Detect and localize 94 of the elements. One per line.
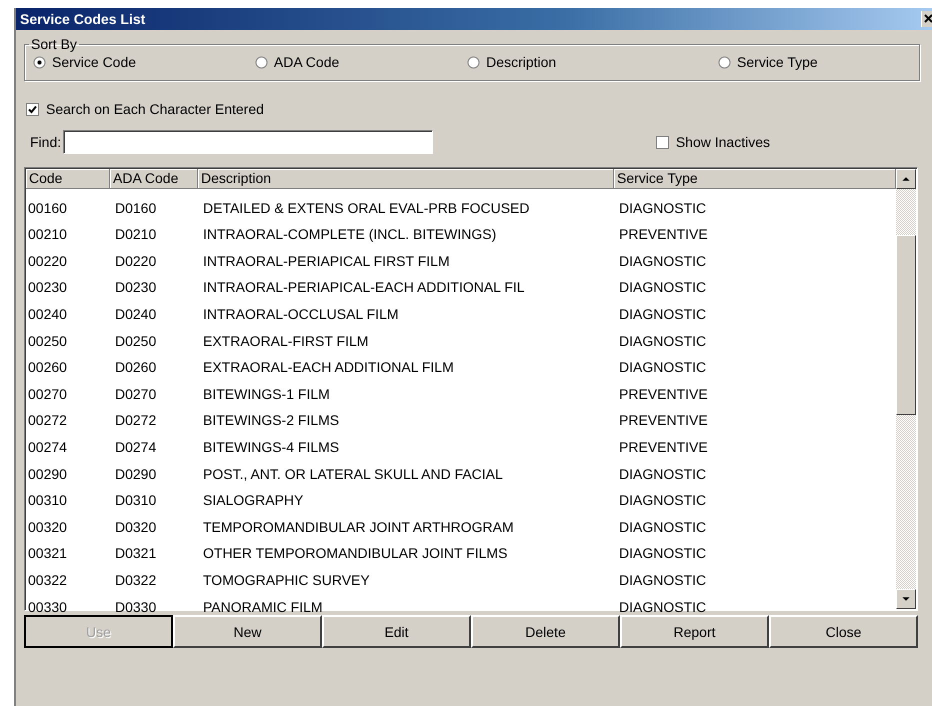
table-cell-text: 00310 bbox=[27, 492, 68, 508]
table-cell-text: 00210 bbox=[27, 226, 68, 242]
table-cell-text: D0160 bbox=[114, 200, 158, 216]
table-cell-text: DETAILED & EXTENS ORAL EVAL-PRB FOCUSED bbox=[202, 200, 530, 216]
radio-label[interactable]: Description bbox=[486, 54, 556, 70]
action-button[interactable]: Edit bbox=[322, 615, 471, 648]
table-cell-text: D0250 bbox=[114, 332, 158, 349]
table-cell-text: SIALOGRAPHY bbox=[202, 492, 304, 508]
table-cell-text: DIAGNOSTIC bbox=[618, 200, 708, 216]
table-cell-text: EXTRAORAL-EACH ADDITIONAL FILM bbox=[202, 359, 455, 376]
window-title: Service Codes List bbox=[20, 11, 146, 27]
table-cell-text: D0272 bbox=[114, 412, 158, 428]
scroll-up-icon[interactable] bbox=[896, 169, 916, 189]
column-header[interactable]: Description bbox=[198, 169, 614, 189]
table-cell-text: DIAGNOSTIC bbox=[618, 598, 708, 614]
table-cell-text: D0330 bbox=[114, 598, 158, 614]
table-cell-text: 00321 bbox=[27, 545, 68, 562]
radio-label[interactable]: Service Code bbox=[52, 54, 136, 70]
radio-button[interactable] bbox=[33, 56, 46, 68]
table-cell-text: POST., ANT. OR LATERAL SKULL AND FACIAL bbox=[202, 466, 504, 482]
table-cell-text: DIAGNOSTIC bbox=[618, 306, 708, 322]
checkbox[interactable] bbox=[656, 136, 669, 148]
action-button[interactable]: Report bbox=[620, 615, 769, 648]
table-cell-text: D0260 bbox=[114, 359, 158, 376]
table-cell-text: PREVENTIVE bbox=[618, 412, 709, 428]
radio-button[interactable] bbox=[254, 56, 268, 68]
action-button[interactable]: Delete bbox=[471, 615, 620, 648]
table-cell-text: 00272 bbox=[27, 412, 68, 428]
action-button[interactable]: New bbox=[173, 615, 322, 648]
close-icon[interactable] bbox=[921, 11, 932, 27]
table-cell-text: DIAGNOSTIC bbox=[618, 518, 708, 535]
table-cell-text: DIAGNOSTIC bbox=[618, 492, 708, 508]
table-cell-text: D0270 bbox=[114, 386, 158, 402]
action-button[interactable]: Close bbox=[769, 615, 918, 648]
table-cell-text: 00230 bbox=[27, 279, 68, 296]
table-cell-text: D0210 bbox=[114, 226, 158, 242]
radio-label[interactable]: ADA Code bbox=[274, 54, 340, 70]
table-cell-text: PREVENTIVE bbox=[618, 438, 709, 455]
table-cell-text: BITEWINGS-4 FILMS bbox=[202, 438, 340, 455]
scroll-down-icon[interactable] bbox=[896, 589, 916, 609]
table-cell-text: 00260 bbox=[27, 359, 68, 376]
checkbox-label[interactable]: Search on Each Character Entered bbox=[46, 101, 264, 117]
table-cell-text: PANORAMIC FILM bbox=[202, 598, 324, 614]
table-cell-text: DIAGNOSTIC bbox=[618, 572, 708, 588]
table-cell-text: OTHER TEMPOROMANDIBULAR JOINT FILMS bbox=[202, 545, 508, 562]
table-cell-text: D0274 bbox=[114, 438, 158, 455]
checkbox-label[interactable]: Show Inactives bbox=[676, 134, 770, 150]
table-cell-text: D0320 bbox=[114, 518, 158, 535]
table-cell-text: D0230 bbox=[114, 279, 158, 296]
table-cell-text: DIAGNOSTIC bbox=[618, 359, 708, 376]
table-cell-text: DIAGNOSTIC bbox=[618, 279, 708, 296]
scroll-thumb[interactable] bbox=[896, 235, 916, 415]
find-label: Find: bbox=[30, 134, 62, 150]
table-cell-text: 00220 bbox=[27, 252, 68, 269]
table-cell-text: D0290 bbox=[114, 466, 158, 482]
table-cell-text: D0310 bbox=[114, 492, 158, 508]
table-cell-text: 00160 bbox=[27, 200, 68, 216]
table-cell-text: 00240 bbox=[27, 306, 68, 322]
radio-button[interactable] bbox=[467, 56, 480, 68]
table-cell-text: BITEWINGS-1 FILM bbox=[202, 386, 331, 402]
table-cell-text: 00320 bbox=[27, 518, 68, 535]
table-cell-text: 00250 bbox=[27, 332, 68, 349]
find-field[interactable] bbox=[63, 130, 434, 154]
table-cell-text: D0240 bbox=[114, 306, 158, 322]
table-cell-text: BITEWINGS-2 FILMS bbox=[202, 412, 340, 428]
table-cell-text: D0220 bbox=[114, 252, 158, 269]
table-cell-text: DIAGNOSTIC bbox=[618, 252, 708, 269]
table-cell-text: PREVENTIVE bbox=[618, 386, 709, 402]
column-header[interactable]: Service Type bbox=[614, 169, 896, 189]
column-header[interactable]: ADA Code bbox=[110, 169, 198, 189]
table-cell-text: DIAGNOSTIC bbox=[618, 466, 708, 482]
radio-label[interactable]: Service Type bbox=[737, 54, 818, 70]
table-cell-text: INTRAORAL-COMPLETE (INCL. BITEWINGS) bbox=[202, 226, 498, 242]
table-cell-text: DIAGNOSTIC bbox=[618, 332, 708, 349]
table-cell-text: 00330 bbox=[27, 598, 68, 614]
table-cell-text: DIAGNOSTIC bbox=[618, 545, 708, 562]
table-cell-text: 00274 bbox=[27, 438, 68, 455]
table-cell-text: D0322 bbox=[114, 572, 158, 588]
scrollbar[interactable] bbox=[896, 169, 916, 609]
radio-button[interactable] bbox=[718, 56, 732, 68]
table-cell-text: EXTRAORAL-FIRST FILM bbox=[202, 332, 370, 349]
table-cell-text: 00270 bbox=[27, 386, 68, 402]
table-cell-text: INTRAORAL-OCCLUSAL FILM bbox=[202, 306, 400, 322]
table-cell-text: PREVENTIVE bbox=[618, 226, 709, 242]
table-cell-text: INTRAORAL-PERIAPICAL FIRST FILM bbox=[202, 252, 451, 269]
checkbox[interactable] bbox=[26, 102, 39, 116]
table-cell-text: TOMOGRAPHIC SURVEY bbox=[202, 572, 371, 588]
group-label: Sort By bbox=[30, 36, 78, 52]
table-cell-text: INTRAORAL-PERIAPICAL-EACH ADDITIONAL FIL bbox=[202, 279, 526, 296]
table-cell-text: D0321 bbox=[114, 545, 158, 562]
table-cell-text: 00322 bbox=[27, 572, 68, 588]
table-cell-text: TEMPOROMANDIBULAR JOINT ARTHROGRAM bbox=[202, 518, 515, 535]
column-header[interactable]: Code bbox=[26, 169, 110, 189]
table-cell-text: 00290 bbox=[27, 466, 68, 482]
